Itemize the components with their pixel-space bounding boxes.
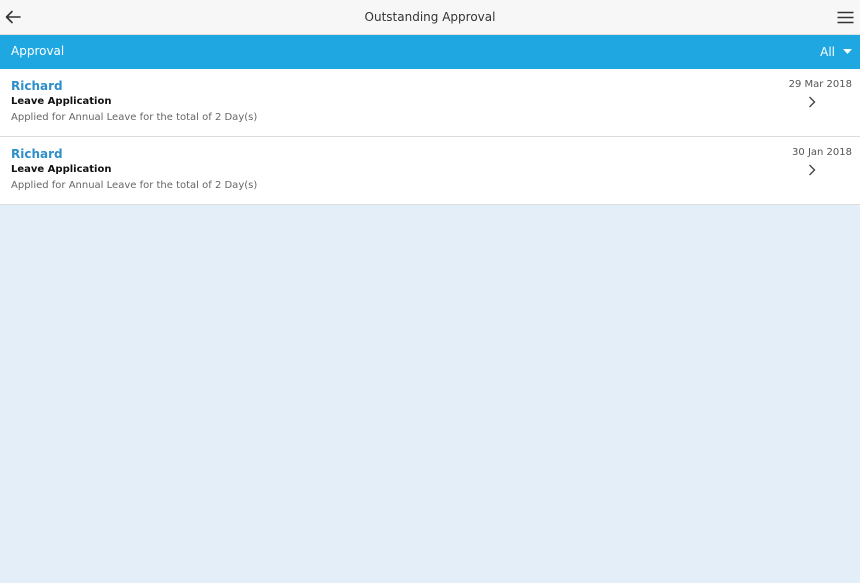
applicant-name: Richard <box>11 147 63 161</box>
approval-list: Richard Leave Application Applied for An… <box>0 69 860 205</box>
request-date: 29 Mar 2018 <box>788 79 852 90</box>
top-app-bar: Outstanding Approval <box>0 0 860 35</box>
chevron-right-icon <box>806 95 818 109</box>
applicant-name: Richard <box>11 79 63 93</box>
approval-list-item[interactable]: Richard Leave Application Applied for An… <box>0 69 860 137</box>
menu-button[interactable] <box>834 6 856 28</box>
request-date: 30 Jan 2018 <box>792 147 852 158</box>
approval-filter-dropdown[interactable]: All <box>820 41 852 63</box>
filter-selected-value: All <box>820 45 835 59</box>
request-type: Leave Application <box>11 164 112 175</box>
page-title: Outstanding Approval <box>364 10 496 24</box>
approval-list-item[interactable]: Richard Leave Application Applied for An… <box>0 137 860 205</box>
request-description: Applied for Annual Leave for the total o… <box>11 112 258 123</box>
caret-down-icon <box>843 49 852 54</box>
request-type: Leave Application <box>11 96 112 107</box>
request-description: Applied for Annual Leave for the total o… <box>11 180 258 191</box>
chevron-right-icon <box>806 163 818 177</box>
hamburger-menu-icon <box>837 11 853 23</box>
filter-label: Approval <box>11 44 65 58</box>
approval-filter-bar: Approval All <box>0 35 860 69</box>
